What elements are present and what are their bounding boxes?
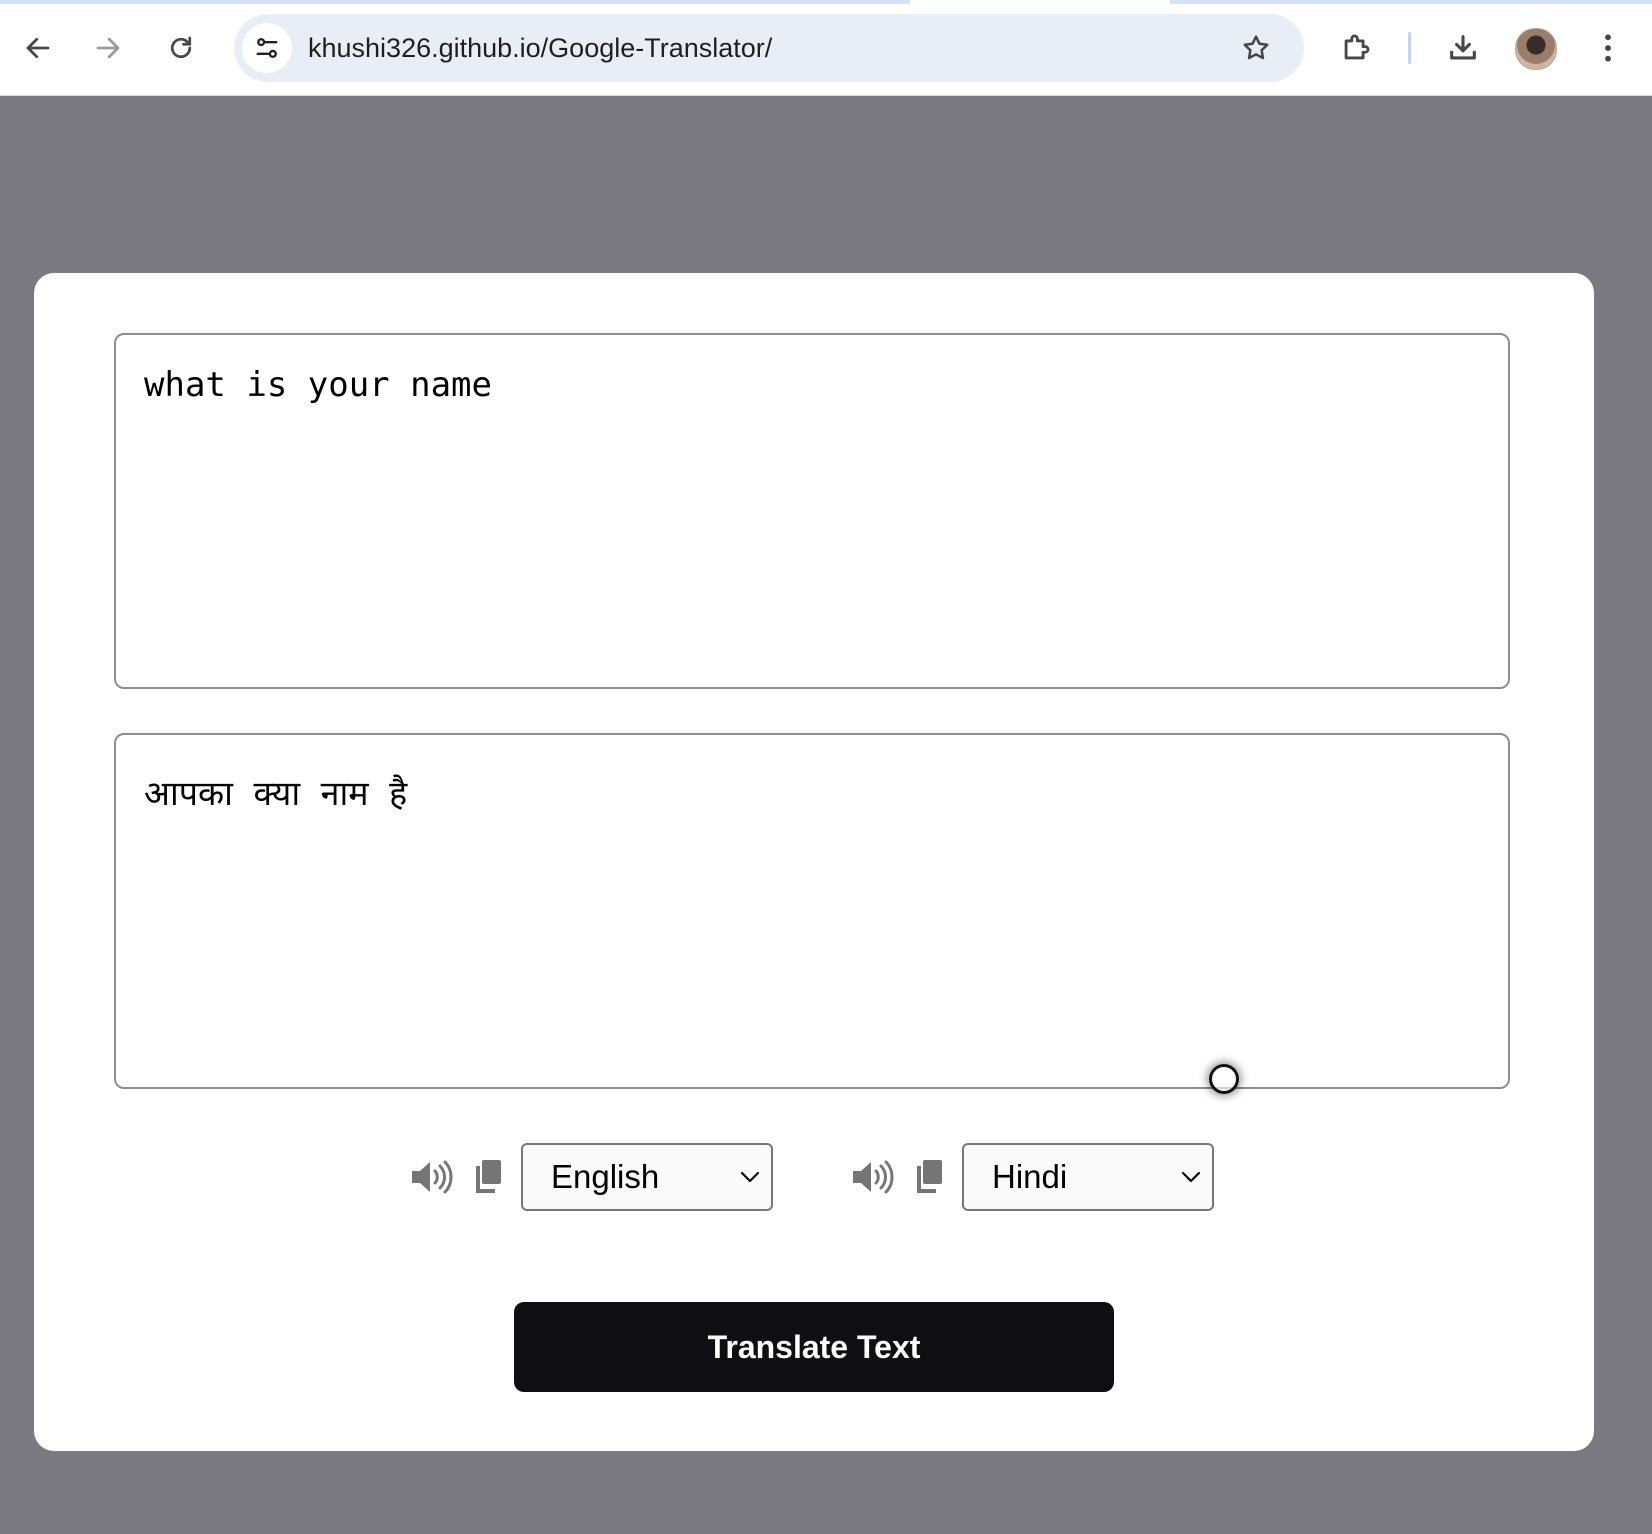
- copy-icon: [917, 1160, 942, 1193]
- star-icon: [1243, 35, 1269, 60]
- download-icon: [1450, 35, 1476, 60]
- chevron-down-icon: [740, 1171, 760, 1183]
- target-copy-button[interactable]: [907, 1157, 951, 1197]
- source-speak-button[interactable]: [410, 1157, 454, 1197]
- reload-button[interactable]: [159, 26, 203, 70]
- downloads-button[interactable]: [1441, 26, 1485, 70]
- address-bar[interactable]: khushi326.github.io/Google-Translator/: [234, 14, 1304, 82]
- more-vert-icon: [1605, 34, 1611, 62]
- forward-button[interactable]: [86, 26, 130, 70]
- tab-strip: [0, 0, 1652, 4]
- url-text[interactable]: khushi326.github.io/Google-Translator/: [308, 33, 772, 64]
- back-button[interactable]: [16, 26, 60, 70]
- translator-card: what is your name आपका क्या नाम है Engli…: [34, 273, 1594, 1451]
- source-copy-button[interactable]: [466, 1157, 510, 1197]
- browser-menu-button[interactable]: [1586, 26, 1630, 70]
- source-text-area[interactable]: what is your name: [114, 333, 1510, 689]
- source-language-value: English: [551, 1158, 660, 1195]
- forward-arrow-icon: [96, 37, 120, 59]
- translated-text-area[interactable]: आपका क्या नाम है: [114, 733, 1510, 1089]
- target-language-value: Hindi: [992, 1158, 1068, 1195]
- bookmark-button[interactable]: [1238, 30, 1274, 66]
- speaker-icon: [412, 1160, 453, 1194]
- target-language-select[interactable]: Hindi: [962, 1143, 1214, 1211]
- extensions-button[interactable]: [1334, 26, 1378, 70]
- translate-button[interactable]: Translate Text: [514, 1302, 1114, 1392]
- puzzle-icon: [1344, 34, 1370, 60]
- target-speak-button[interactable]: [851, 1157, 895, 1197]
- site-info-button[interactable]: [242, 23, 292, 73]
- chevron-down-icon: [1181, 1171, 1201, 1183]
- profile-avatar[interactable]: [1515, 28, 1557, 70]
- browser-toolbar: khushi326.github.io/Google-Translator/: [0, 0, 1652, 96]
- tune-icon: [256, 38, 278, 58]
- back-arrow-icon: [26, 37, 50, 59]
- reload-icon: [170, 36, 192, 59]
- copy-icon: [476, 1160, 501, 1193]
- toolbar-separator: [1408, 32, 1411, 64]
- speaker-icon: [853, 1160, 894, 1194]
- language-controls: English Hindi: [34, 1143, 1594, 1211]
- mouse-cursor: [1209, 1064, 1239, 1094]
- source-language-select[interactable]: English: [521, 1143, 773, 1211]
